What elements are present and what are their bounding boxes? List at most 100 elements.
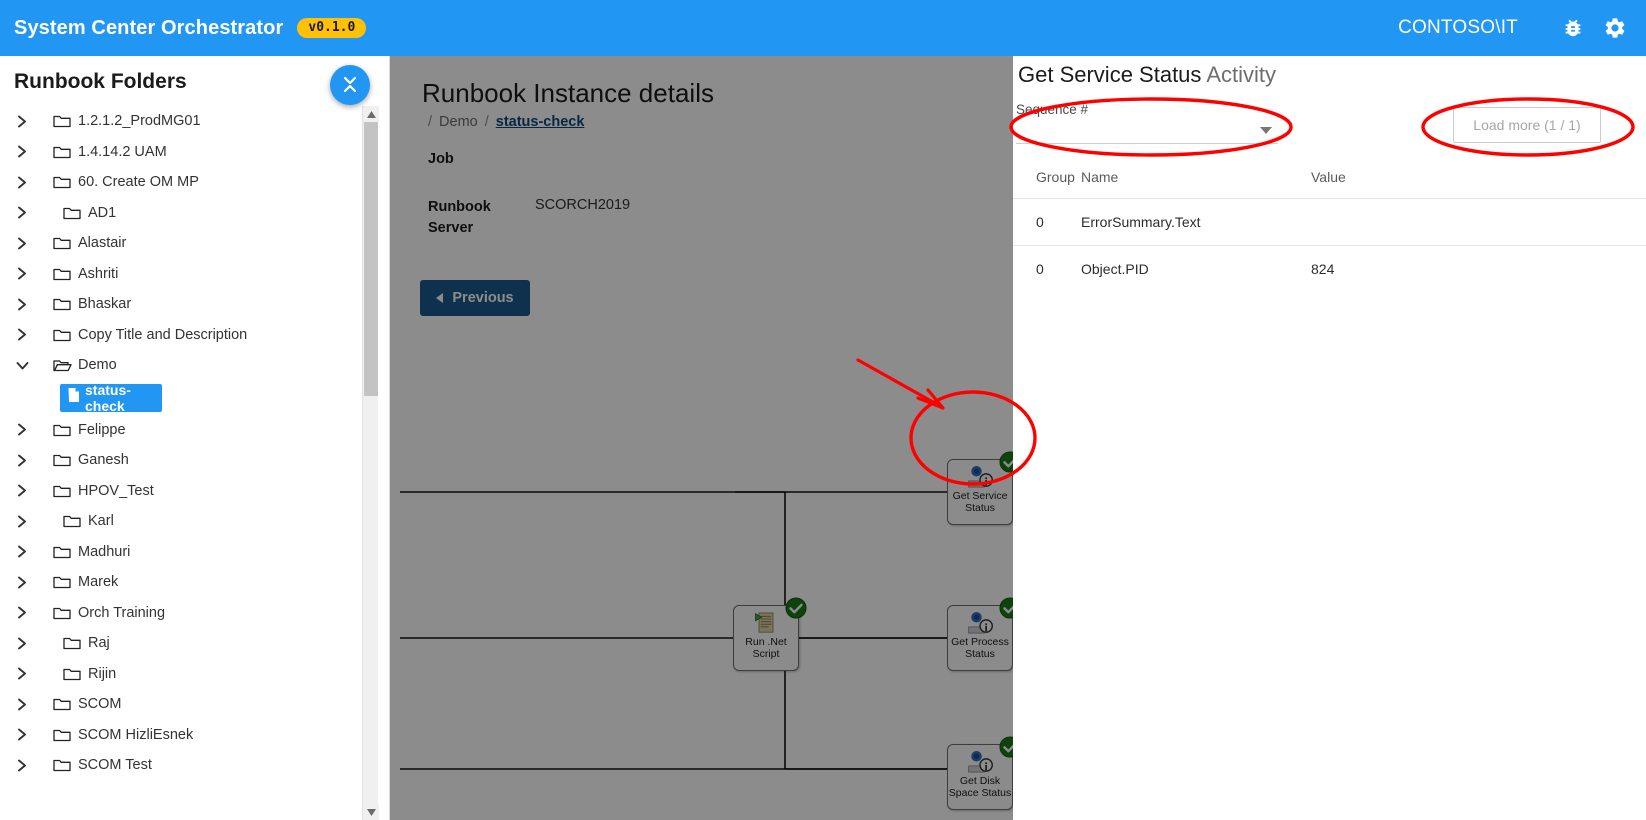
current-user-label: CONTOSO\IT xyxy=(1398,17,1518,38)
sidebar-folder-scom-hizliesnek[interactable]: SCOM HizliEsnek xyxy=(0,720,370,751)
sidebar-folder-label: SCOM HizliEsnek xyxy=(78,726,194,743)
activity-data-table: Group Name Value 0 ErrorSummary.Text 0 Obje… xyxy=(1013,156,1646,292)
sidebar-folder-label: Madhuri xyxy=(78,543,131,560)
folder-icon xyxy=(48,695,76,713)
sidebar-scrollbar[interactable] xyxy=(362,106,379,820)
chevron-right-icon[interactable] xyxy=(12,574,32,590)
sidebar-folder-label: Demo xyxy=(78,357,117,374)
gear-icon[interactable] xyxy=(1600,13,1630,43)
sidebar-folder-orch-training[interactable]: Orch Training xyxy=(0,598,370,629)
folder-icon xyxy=(48,265,76,283)
cell-group: 0 xyxy=(1036,261,1044,277)
sidebar-folder-alastair[interactable]: Alastair xyxy=(0,228,370,259)
sidebar-folder-60-create-om-mp[interactable]: 60. Create OM MP xyxy=(0,167,370,198)
cell-group: 0 xyxy=(1036,214,1044,230)
chevron-right-icon[interactable] xyxy=(12,666,32,682)
sidebar-folder-1-2-1-2-prodmg01[interactable]: 1.2.1.2_ProdMG01 xyxy=(0,106,370,137)
table-body: 0 ErrorSummary.Text 0 Object.PID 824 xyxy=(1013,198,1646,292)
sidebar-folder-demo[interactable]: Demo xyxy=(0,350,370,381)
cell-name: Object.PID xyxy=(1081,261,1149,277)
sidebar-folder-label: Alastair xyxy=(78,235,127,252)
sequence-number-label: Sequence # xyxy=(1016,102,1089,117)
chevron-right-icon[interactable] xyxy=(12,696,32,712)
sidebar-folder-label: Copy Title and Description xyxy=(78,326,248,343)
load-more-button-label: Load more (1 / 1) xyxy=(1473,117,1581,133)
chevron-right-icon[interactable] xyxy=(12,727,32,743)
table-row[interactable]: 0 ErrorSummary.Text xyxy=(1013,198,1646,245)
sidebar-folder-label: Rijin xyxy=(88,665,117,682)
folder-icon xyxy=(48,604,76,622)
sidebar-folder-scom-test[interactable]: SCOM Test xyxy=(0,750,370,781)
app-title: System Center Orchestrator xyxy=(14,16,284,39)
chevron-right-icon[interactable] xyxy=(12,452,32,468)
cell-value: 824 xyxy=(1311,261,1335,277)
chevron-right-icon[interactable] xyxy=(12,327,32,343)
chevron-down-icon[interactable] xyxy=(1260,127,1272,134)
folder-icon xyxy=(48,482,76,500)
table-header-row: Group Name Value xyxy=(1013,156,1646,198)
folder-icon xyxy=(48,573,76,591)
sidebar-folder-marek[interactable]: Marek xyxy=(0,567,370,598)
sidebar-folder-karl[interactable]: Karl xyxy=(0,506,370,537)
chevron-right-icon[interactable] xyxy=(12,266,32,282)
chevron-right-icon[interactable] xyxy=(12,422,32,438)
bug-icon[interactable] xyxy=(1558,13,1588,43)
chevron-right-icon[interactable] xyxy=(12,544,32,560)
sidebar: Runbook Folders 1.2.1.2_ProdMG01 1.4.14.2… xyxy=(0,56,390,820)
chevron-right-icon[interactable] xyxy=(12,113,32,129)
chevron-right-icon[interactable] xyxy=(12,513,32,529)
folder-icon xyxy=(48,143,76,161)
file-icon xyxy=(67,387,80,408)
sidebar-folder-label: Bhaskar xyxy=(78,296,132,313)
table-row[interactable]: 0 Object.PID 824 xyxy=(1013,245,1646,292)
folder-open-icon xyxy=(48,356,76,374)
app-header: System Center Orchestrator v0.1.0 CONTOS… xyxy=(0,0,1646,56)
panel-title: Get Service Status Activity xyxy=(1018,62,1276,88)
version-badge: v0.1.0 xyxy=(297,18,367,38)
chevron-right-icon[interactable] xyxy=(12,605,32,621)
activity-details-panel: Get Service Status Activity Sequence # L… xyxy=(1013,56,1646,820)
sidebar-folder-label: Raj xyxy=(88,635,110,652)
chevron-right-icon[interactable] xyxy=(12,144,32,160)
expand-collapse-all-button[interactable] xyxy=(330,65,370,105)
load-more-button[interactable]: Load more (1 / 1) xyxy=(1453,107,1601,143)
sidebar-folder-copy-title-and-description[interactable]: Copy Title and Description xyxy=(0,320,370,351)
sidebar-folder-1-4-14-2-uam[interactable]: 1.4.14.2 UAM xyxy=(0,137,370,168)
folder-icon xyxy=(58,665,86,683)
scrollbar-thumb[interactable] xyxy=(364,122,378,396)
sidebar-folder-label: Karl xyxy=(88,513,114,530)
chevron-right-icon[interactable] xyxy=(12,635,32,651)
sidebar-folder-label: AD1 xyxy=(88,204,117,221)
header-actions: CONTOSO\IT xyxy=(1398,13,1646,43)
chevron-right-icon[interactable] xyxy=(12,757,32,773)
sidebar-folder-ganesh[interactable]: Ganesh xyxy=(0,445,370,476)
sidebar-folder-madhuri[interactable]: Madhuri xyxy=(0,537,370,568)
sidebar-folder-ad1[interactable]: AD1 xyxy=(0,198,370,229)
sidebar-folder-bhaskar[interactable]: Bhaskar xyxy=(0,289,370,320)
sidebar-folder-hpov-test[interactable]: HPOV_Test xyxy=(0,476,370,507)
sidebar-folder-label: Orch Training xyxy=(78,604,166,621)
sequence-number-select[interactable]: Sequence # xyxy=(1016,102,1278,144)
scroll-down-arrow-icon[interactable] xyxy=(363,804,379,820)
chevron-down-icon[interactable] xyxy=(12,357,32,373)
sidebar-folder-rijin[interactable]: Rijin xyxy=(0,659,370,690)
sidebar-folder-label: 60. Create OM MP xyxy=(78,174,199,191)
scroll-up-arrow-icon[interactable] xyxy=(363,106,379,122)
chevron-right-icon[interactable] xyxy=(12,235,32,251)
chevron-right-icon[interactable] xyxy=(12,483,32,499)
sidebar-folder-scom[interactable]: SCOM xyxy=(0,689,370,720)
runbook-item-label: status-check xyxy=(85,381,131,414)
sidebar-folder-label: Marek xyxy=(78,574,119,591)
chevron-right-icon[interactable] xyxy=(12,174,32,190)
runbook-item-status-check[interactable]: status-check xyxy=(60,381,162,414)
folder-icon xyxy=(48,295,76,313)
sidebar-folder-felippe[interactable]: Felippe xyxy=(0,415,370,446)
column-header-group: Group xyxy=(1036,169,1075,185)
chevron-right-icon[interactable] xyxy=(12,205,32,221)
sidebar-folder-raj[interactable]: Raj xyxy=(0,628,370,659)
folder-icon xyxy=(58,512,86,530)
chevron-right-icon[interactable] xyxy=(12,296,32,312)
sidebar-folder-ashriti[interactable]: Ashriti xyxy=(0,259,370,290)
sidebar-folder-label: 1.2.1.2_ProdMG01 xyxy=(78,113,201,130)
folder-icon xyxy=(58,634,86,652)
